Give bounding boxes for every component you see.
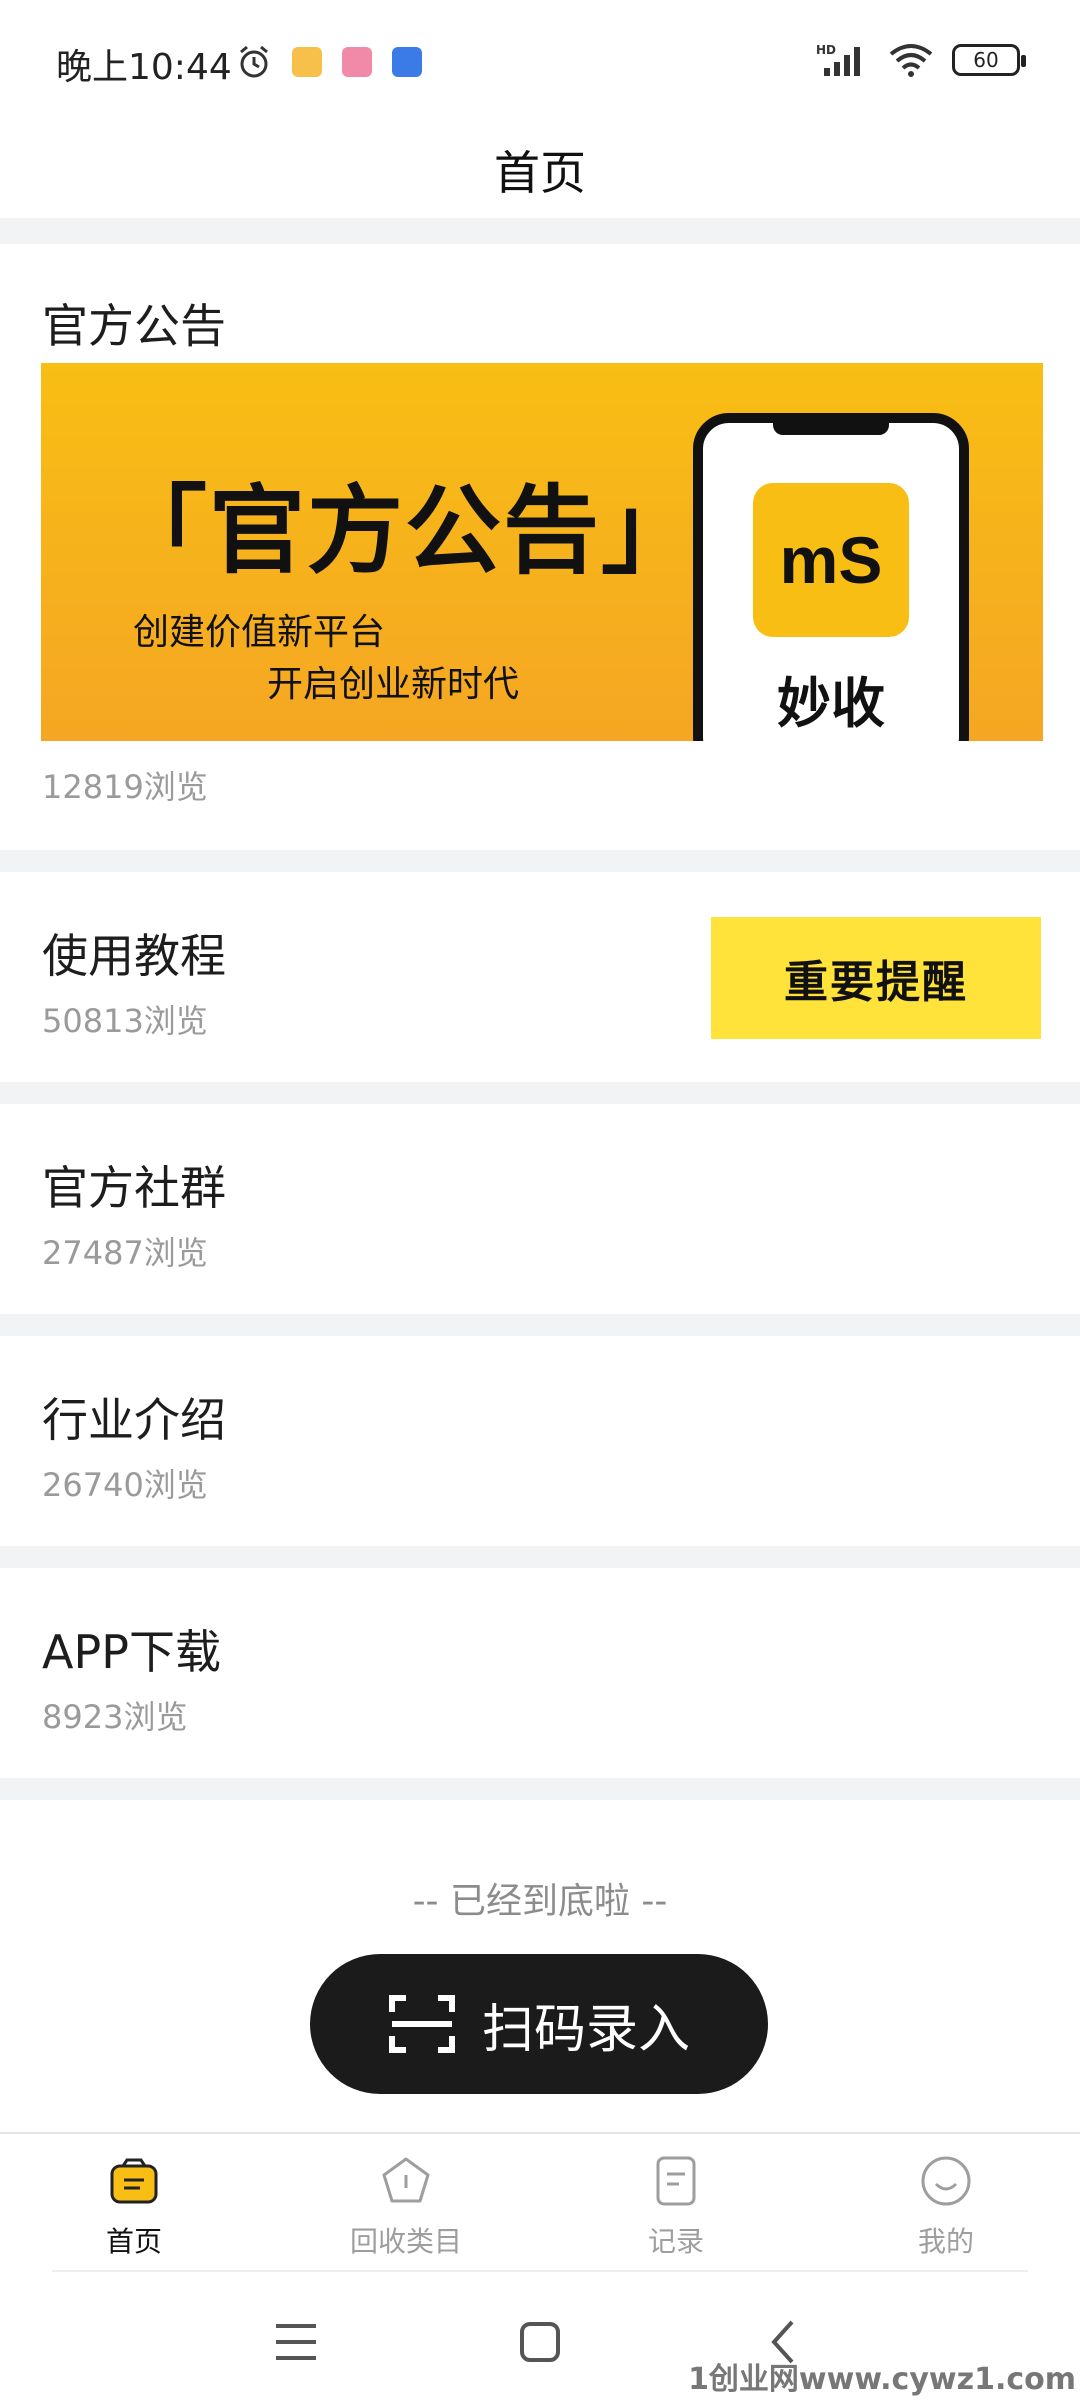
wifi-icon <box>889 44 933 77</box>
section-divider <box>0 850 1080 872</box>
phone-illustration: mS 妙收 <box>693 413 969 741</box>
menu-icon[interactable] <box>266 2312 326 2372</box>
reminder-label: 重要提醒 <box>784 957 968 1008</box>
card-title: 使用教程 <box>42 929 226 983</box>
tab-recycle-category[interactable]: 回收类目 <box>306 2154 506 2260</box>
bottom-tab-bar: 首页 回收类目 记录 我的 <box>0 2132 1080 2270</box>
status-time: 晚上10:44 <box>56 47 232 88</box>
community-card[interactable]: 官方社群 27487浏览 <box>0 1104 1080 1314</box>
scan-entry-button[interactable]: 扫码录入 <box>310 1954 768 2094</box>
end-of-list-note: -- 已经到底啦 -- <box>412 1881 668 1922</box>
card-title: 官方公告 <box>42 299 226 353</box>
home-screen: 晚上10:44 HD 60 首页 官方公告 12819浏览 「官方公告」 创建价… <box>0 0 1080 2400</box>
section-divider <box>0 218 1080 244</box>
notes-app-icon <box>292 47 322 77</box>
card-views: 50813浏览 <box>42 1002 208 1040</box>
card-views: 26740浏览 <box>42 1466 208 1504</box>
tab-label: 我的 <box>917 2225 974 2258</box>
scan-icon <box>388 1995 455 2053</box>
industry-card[interactable]: 行业介绍 26740浏览 <box>0 1336 1080 1546</box>
home-bag-icon <box>110 2158 158 2204</box>
card-title: 行业介绍 <box>42 1393 226 1447</box>
section-divider <box>0 1546 1080 1568</box>
phone-notch <box>773 421 889 435</box>
section-divider <box>0 1082 1080 1104</box>
brand-name: 妙收 <box>777 672 885 735</box>
important-reminder-badge[interactable]: 重要提醒 <box>711 917 1041 1039</box>
smile-icon <box>921 2156 971 2206</box>
alarm-icon <box>240 45 268 78</box>
system-navigation-bar: 1创业网www.cywz1.com <box>0 2272 1080 2400</box>
scan-button-label: 扫码录入 <box>481 1999 690 2060</box>
page-title: 首页 <box>494 146 586 200</box>
app-download-card[interactable]: APP下载 8923浏览 <box>0 1568 1080 1778</box>
card-title: 官方社群 <box>42 1161 226 1215</box>
tab-mine[interactable]: 我的 <box>846 2154 1046 2260</box>
banner-title: 「官方公告」 <box>111 475 699 587</box>
watermark: 1创业网www.cywz1.com <box>688 2362 1076 2397</box>
status-bar: 晚上10:44 HD 60 <box>0 0 1080 120</box>
brand-logo: mS <box>753 483 909 637</box>
pink-app-icon <box>342 47 372 77</box>
status-system-icons: HD 60 <box>816 42 1026 78</box>
card-views: 12819浏览 <box>42 768 208 806</box>
brand-logo-text: mS <box>779 523 883 597</box>
card-views: 8923浏览 <box>42 1698 188 1736</box>
pentagon-info-icon <box>382 2157 430 2203</box>
network-label: HD <box>816 43 836 57</box>
tab-label: 回收类目 <box>349 2225 462 2258</box>
battery-indicator: 60 <box>952 44 1026 76</box>
banner-subtitle-2: 开启创业新时代 <box>267 664 520 705</box>
document-icon <box>656 2156 696 2206</box>
signal-icon: HD <box>816 43 860 76</box>
section-divider <box>0 1314 1080 1336</box>
tab-label: 记录 <box>647 2225 704 2258</box>
tab-records[interactable]: 记录 <box>576 2154 776 2260</box>
card-views: 27487浏览 <box>42 1234 208 1272</box>
announcement-banner[interactable]: 「官方公告」 创建价值新平台 开启创业新时代 mS 妙收 <box>41 363 1043 741</box>
blue-app-icon <box>392 47 422 77</box>
section-divider <box>0 1778 1080 1800</box>
status-notification-icons <box>236 44 422 80</box>
tab-home[interactable]: 首页 <box>34 2154 234 2260</box>
home-square-icon[interactable] <box>510 2312 570 2372</box>
page-header: 首页 <box>0 120 1080 220</box>
banner-subtitle-1: 创建价值新平台 <box>133 612 386 653</box>
tab-label: 首页 <box>105 2225 162 2258</box>
card-title: APP下载 <box>42 1625 221 1679</box>
